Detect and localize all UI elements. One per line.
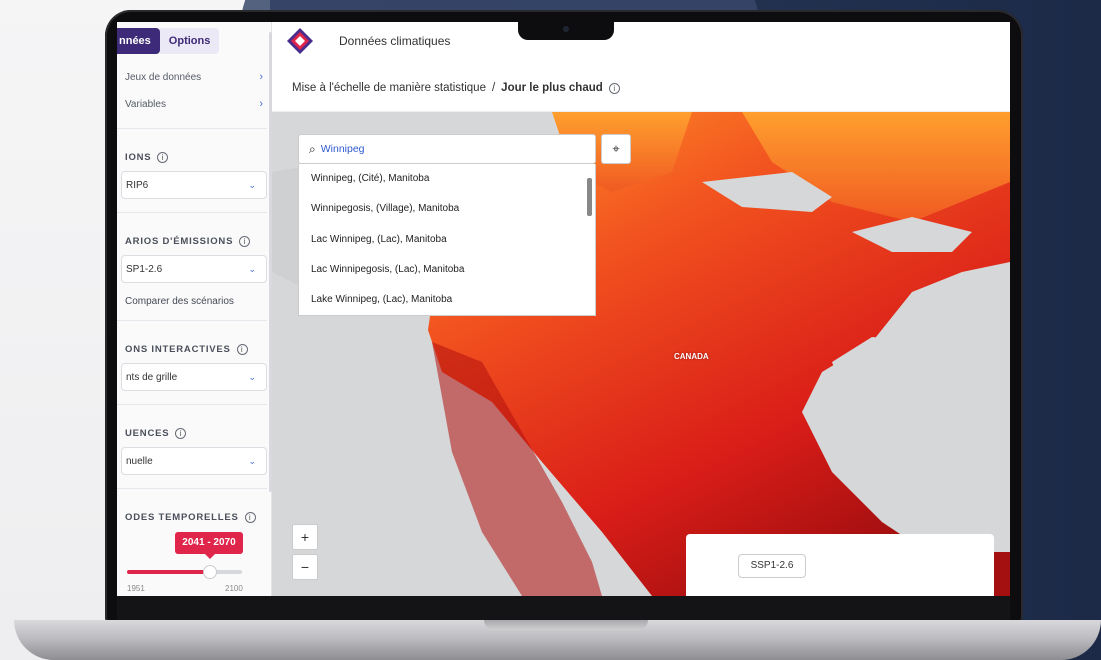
- section-label-text: ODES TEMPORELLES: [125, 512, 239, 523]
- scenario-chip[interactable]: SSP1-2.6: [738, 554, 806, 578]
- location-search-input[interactable]: ⌕ Winnipeg: [298, 134, 596, 164]
- info-icon[interactable]: i: [239, 236, 251, 247]
- map-view[interactable]: CANADA ⌕ Winnipeg ⌖ Winnipeg, (Cité), Ma…: [272, 112, 1010, 596]
- section-label-scenarios: ARIOS D'ÉMISSIONS i: [125, 236, 251, 247]
- legend-panel: [686, 534, 994, 596]
- app-logo-icon[interactable]: [286, 27, 314, 55]
- divider: [117, 128, 267, 129]
- breadcrumb-separator: /: [491, 82, 496, 94]
- suggestions-scrollbar[interactable]: [587, 178, 592, 216]
- breadcrumb-current: Jour le plus chaud: [501, 82, 603, 94]
- tab-donnees[interactable]: nnées: [117, 28, 160, 54]
- frequency-select[interactable]: nuelle ⌄: [121, 447, 267, 475]
- sidebar-item-datasets[interactable]: Jeux de données ›: [125, 68, 263, 86]
- select-value: RIP6: [126, 179, 149, 191]
- zoom-out-button[interactable]: −: [292, 554, 318, 580]
- search-icon: ⌕: [309, 141, 316, 156]
- search-value: Winnipeg: [320, 143, 365, 155]
- select-value: nuelle: [126, 455, 153, 467]
- section-label-text: ARIOS D'ÉMISSIONS: [125, 236, 234, 247]
- period-range-label: 2041 - 2070: [175, 532, 243, 559]
- select-value: SP1-2.6: [126, 263, 163, 275]
- info-icon[interactable]: i: [236, 344, 248, 355]
- search-suggestions: Winnipeg, (Cité), Manitoba Winnipegosis,…: [298, 164, 596, 316]
- suggestion-item[interactable]: Winnipegosis, (Village), Manitoba: [299, 194, 595, 224]
- breadcrumb: Mise à l'échelle de manière statistique …: [292, 82, 620, 94]
- sidebar-tabs: nnées Options: [117, 28, 220, 54]
- compare-scenarios-link[interactable]: Comparer des scénarios: [125, 296, 234, 307]
- divider: [117, 320, 267, 321]
- section-label-text: UENCES: [125, 428, 170, 439]
- interactive-regions-select[interactable]: nts de grille ⌄: [121, 363, 267, 391]
- versions-select[interactable]: RIP6 ⌄: [121, 171, 267, 199]
- app-title: Données climatiques: [339, 34, 451, 48]
- chevron-right-icon: ›: [259, 98, 263, 110]
- app-screen: nnées Options Jeux de données › Variable…: [117, 22, 1010, 596]
- info-icon[interactable]: i: [244, 512, 256, 523]
- map-country-label: CANADA: [674, 352, 709, 361]
- chevron-down-icon: ⌄: [248, 455, 256, 466]
- crosshair-icon: ⌖: [612, 141, 620, 156]
- info-icon[interactable]: i: [608, 82, 620, 94]
- divider: [117, 488, 267, 489]
- sidebar-item-label: Variables: [125, 98, 166, 110]
- suggestion-item[interactable]: Lac Winnipeg, (Lac), Manitoba: [299, 225, 595, 255]
- screen-bezel: [117, 596, 1010, 620]
- section-label-versions: IONS i: [125, 152, 169, 163]
- divider: [117, 404, 267, 405]
- divider: [117, 212, 267, 213]
- slider-tick-min: 1951: [127, 584, 145, 593]
- chevron-down-icon: ⌄: [248, 179, 256, 190]
- camera-icon: [563, 26, 569, 32]
- select-value: nts de grille: [126, 371, 178, 383]
- sidebar-item-variables[interactable]: Variables ›: [125, 95, 263, 113]
- chevron-right-icon: ›: [259, 71, 263, 83]
- app-header: Données climatiques Mise à l'échelle de …: [272, 22, 1010, 112]
- info-icon[interactable]: i: [175, 428, 187, 439]
- breadcrumb-parent[interactable]: Mise à l'échelle de manière statistique: [292, 82, 486, 94]
- info-icon[interactable]: i: [157, 152, 169, 163]
- chevron-down-icon: ⌄: [248, 263, 256, 274]
- sidebar: nnées Options Jeux de données › Variable…: [117, 22, 272, 596]
- sidebar-item-label: Jeux de données: [125, 71, 202, 83]
- scenario-select[interactable]: SP1-2.6 ⌄: [121, 255, 267, 283]
- slider-tick-max: 2100: [225, 584, 243, 593]
- period-slider-fill: [127, 570, 210, 574]
- suggestion-item[interactable]: Lake Winnipeg, (Lac), Manitoba: [299, 285, 595, 315]
- section-label-time-periods: ODES TEMPORELLES i: [125, 512, 256, 523]
- period-slider-thumb[interactable]: [202, 565, 217, 579]
- zoom-in-button[interactable]: +: [292, 524, 318, 550]
- section-label-text: ONS INTERACTIVES: [125, 344, 231, 355]
- section-label-frequencies: UENCES i: [125, 428, 187, 439]
- laptop-hinge: [484, 620, 648, 630]
- chevron-down-icon: ⌄: [248, 371, 256, 382]
- section-label-text: IONS: [125, 152, 152, 163]
- suggestion-item[interactable]: Lac Winnipegosis, (Lac), Manitoba: [299, 255, 595, 285]
- locate-button[interactable]: ⌖: [601, 134, 631, 164]
- section-label-interactive-regions: ONS INTERACTIVES i: [125, 344, 248, 355]
- tab-options[interactable]: Options: [159, 28, 220, 54]
- suggestion-item[interactable]: Winnipeg, (Cité), Manitoba: [299, 164, 595, 194]
